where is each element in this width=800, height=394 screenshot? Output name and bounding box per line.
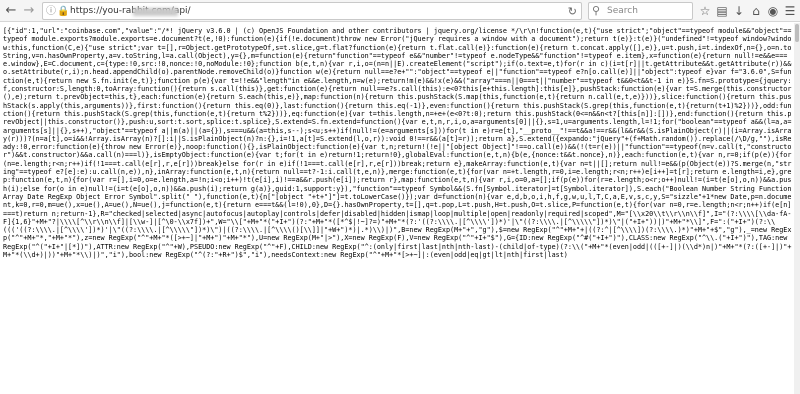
- address-bar[interactable]: ⓘ 🔒 https://you-rabbit.com/api/ ↻: [42, 2, 582, 20]
- download-icon[interactable]: ↓: [731, 3, 747, 19]
- lock-icon: 🔒: [57, 6, 70, 17]
- star-icon[interactable]: ☆: [697, 3, 713, 19]
- home-icon[interactable]: ⌂: [748, 3, 764, 19]
- reading-list-icon[interactable]: ▤: [714, 3, 730, 19]
- search-bar[interactable]: ⚲ Search: [588, 2, 693, 20]
- scrollbar-thumb[interactable]: [795, 24, 799, 42]
- info-icon[interactable]: ⓘ: [46, 4, 56, 19]
- json-body-text: [{"id":1,"url":"coinbase.com","value":"/…: [3, 27, 792, 260]
- page-content: [{"id":1,"url":"coinbase.com","value":"/…: [0, 23, 794, 394]
- menu-icon[interactable]: ☰: [782, 3, 798, 19]
- arrow-right-icon[interactable]: →: [20, 2, 38, 20]
- search-icon: ⚲: [592, 4, 601, 17]
- redacted-url-segment: [133, 8, 178, 16]
- arrow-left-icon[interactable]: ←: [2, 2, 20, 20]
- extension-icon[interactable]: ◉: [765, 3, 781, 19]
- vertical-scrollbar[interactable]: [794, 23, 800, 394]
- reload-icon[interactable]: ↻: [568, 4, 577, 19]
- browser-toolbar: ← → ⓘ 🔒 https://you-rabbit.com/api/ ↻ ⚲ …: [0, 0, 800, 22]
- search-placeholder: Search: [607, 6, 638, 16]
